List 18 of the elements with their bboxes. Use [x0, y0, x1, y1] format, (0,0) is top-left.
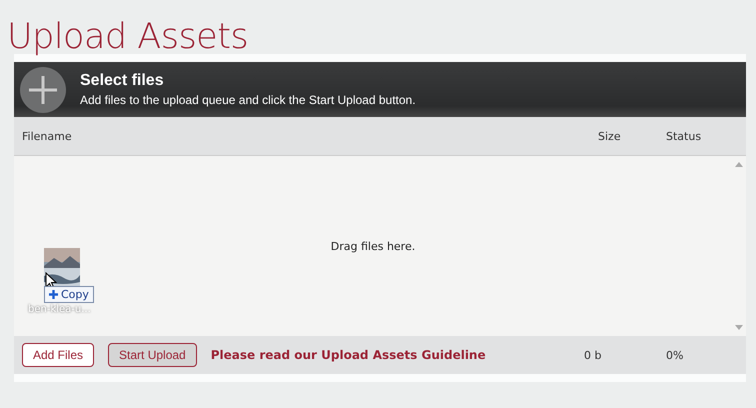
- upload-status: 0%: [666, 348, 684, 362]
- copy-tooltip: Copy: [44, 286, 94, 303]
- page-title: Upload Assets: [7, 16, 250, 54]
- plus-icon: [49, 290, 58, 299]
- scroll-up-icon[interactable]: [735, 162, 743, 167]
- total-size: 0 b: [584, 348, 602, 362]
- header-title: Select files: [80, 72, 165, 90]
- start-upload-button[interactable]: Start Upload: [108, 343, 197, 367]
- add-files-button[interactable]: Add Files: [22, 343, 94, 367]
- column-header: Filename: [21, 130, 73, 142]
- dragged-filename: ben-klea-u...: [28, 304, 91, 315]
- guideline-link[interactable]: Please read our Upload Assets Guideline: [210, 348, 570, 362]
- column-header: Status: [666, 130, 702, 142]
- scroll-down-icon[interactable]: [735, 325, 743, 330]
- add-icon[interactable]: [20, 66, 66, 112]
- column-header: Size: [598, 130, 622, 142]
- header-subtitle: Add files to the upload queue and click the Start Upload button.: [80, 93, 416, 107]
- drop-hint: Drag files here.: [330, 240, 416, 252]
